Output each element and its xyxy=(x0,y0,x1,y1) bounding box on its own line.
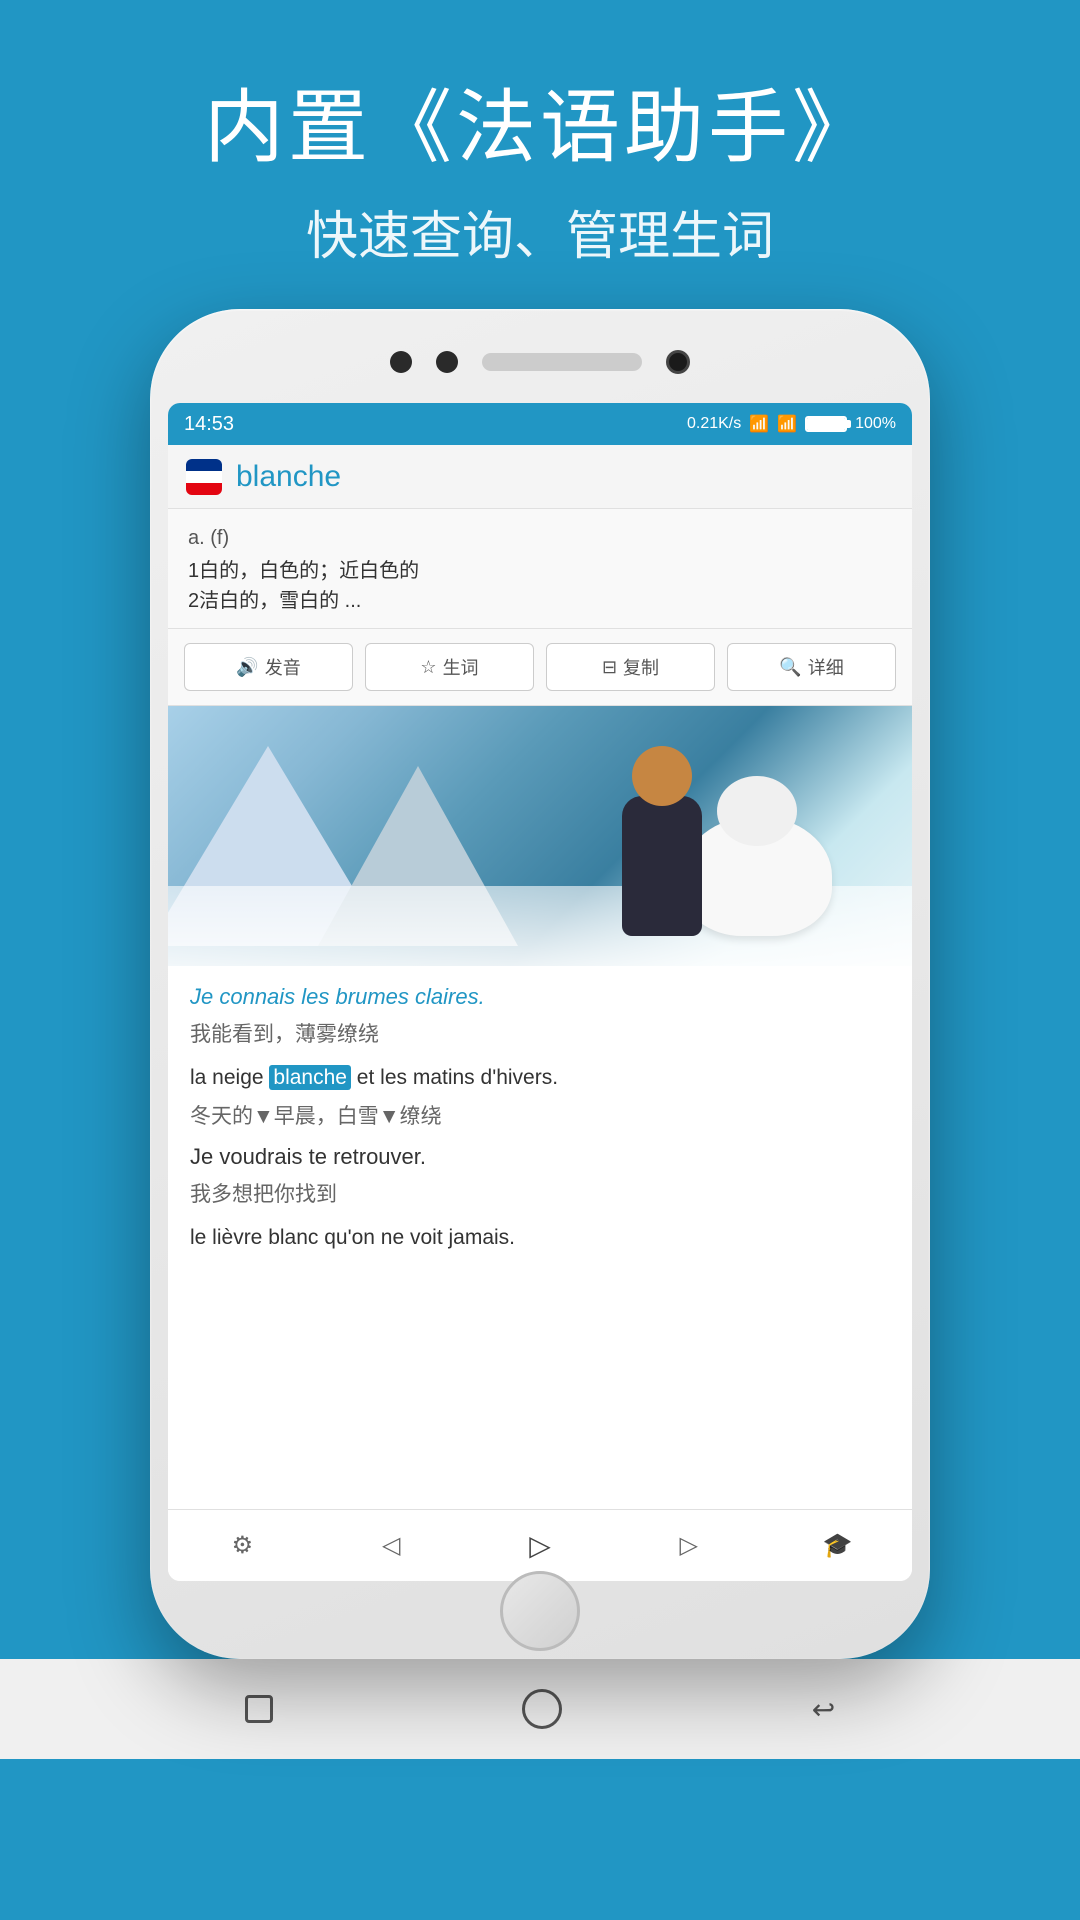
sentence-2-chinese: 冬天的▼早晨，白雪▼缭绕 xyxy=(190,1100,890,1130)
pronounce-label: 发音 xyxy=(265,654,301,680)
action-buttons: 🔊 发音 ☆ 生词 ⊟ 复制 🔍 详细 xyxy=(168,629,912,706)
status-right: 0.21K/s 📶 📶 100% xyxy=(687,414,896,434)
prev-icon: ◁ xyxy=(382,1531,400,1560)
status-bar: 14:53 0.21K/s 📶 📶 100% xyxy=(168,403,912,445)
pronounce-button[interactable]: 🔊 发音 xyxy=(184,643,353,691)
signal-icon: 📶 xyxy=(777,414,797,434)
definition-line-2: 2洁白的，雪白的 ... xyxy=(188,586,892,616)
sentence-3-chinese: 我多想把你找到 xyxy=(190,1178,890,1208)
home-button-hardware[interactable] xyxy=(500,1571,580,1651)
selection-left: ▼ xyxy=(253,1105,274,1128)
network-speed: 0.21K/s xyxy=(687,415,741,433)
phone-screen: 14:53 0.21K/s 📶 📶 100% blanche a. (f) xyxy=(168,403,912,1581)
child-shape xyxy=(622,796,702,936)
prev-button[interactable]: ◁ xyxy=(361,1516,421,1576)
home-button[interactable] xyxy=(522,1689,562,1729)
child-head xyxy=(632,746,692,806)
detail-label: 详细 xyxy=(808,654,844,680)
phone-frame: 14:53 0.21K/s 📶 📶 100% blanche a. (f) xyxy=(150,309,930,1659)
star-icon: ☆ xyxy=(420,657,436,678)
definition-pos: a. (f) xyxy=(188,527,892,550)
highlighted-word[interactable]: blanche xyxy=(269,1065,351,1090)
sentence-4-french: le lièvre blanc qu'on ne voit jamais. xyxy=(190,1222,890,1254)
front-camera xyxy=(666,350,690,374)
vocabulary-button[interactable]: ☆ 生词 xyxy=(365,643,534,691)
search-bar[interactable]: blanche xyxy=(168,445,912,509)
search-icon: 🔍 xyxy=(779,657,801,678)
sentence-1-french: Je connais les brumes claires. xyxy=(190,984,890,1010)
sentence-2-part-3: et les matins d'hivers. xyxy=(351,1066,558,1089)
dog-shape xyxy=(682,816,832,936)
battery-percent: 100% xyxy=(855,415,896,433)
home-icon xyxy=(522,1689,562,1729)
graduation-icon: 🎓 xyxy=(823,1531,853,1560)
camera-dot-2 xyxy=(436,351,458,373)
back-button[interactable]: ↩ xyxy=(812,1693,835,1726)
battery-fill xyxy=(807,418,845,430)
status-time: 14:53 xyxy=(184,413,234,436)
phone-bottom-hardware xyxy=(168,1581,912,1641)
equalizer-icon: ⚙ xyxy=(232,1531,254,1560)
sentence-3-french: Je voudrais te retrouver. xyxy=(190,1144,890,1170)
selection-right: ▼ xyxy=(379,1105,400,1128)
definition-area: a. (f) 1白的，白色的；近白色的 2洁白的，雪白的 ... xyxy=(168,509,912,629)
equalizer-button[interactable]: ⚙ xyxy=(212,1516,272,1576)
sentence-1-chinese: 我能看到，薄雾缭绕 xyxy=(190,1018,890,1048)
play-button[interactable]: ▷ xyxy=(510,1516,570,1576)
android-navigation: ↩ xyxy=(0,1659,1080,1759)
camera-dot-1 xyxy=(390,351,412,373)
next-button[interactable]: ▷ xyxy=(659,1516,719,1576)
dog-head xyxy=(717,776,797,846)
play-icon: ▷ xyxy=(529,1529,551,1562)
graduation-button[interactable]: 🎓 xyxy=(808,1516,868,1576)
french-flag-icon xyxy=(186,459,222,495)
snow-scene-image xyxy=(168,706,912,966)
header-section: 内置《法语助手》 快速查询、管理生词 xyxy=(204,0,876,269)
recent-apps-button[interactable] xyxy=(245,1695,273,1723)
speaker-grille xyxy=(482,353,642,371)
copy-button[interactable]: ⊟ 复制 xyxy=(546,643,715,691)
header-subtitle: 快速查询、管理生词 xyxy=(204,194,876,269)
recent-apps-icon xyxy=(245,1695,273,1723)
copy-icon: ⊟ xyxy=(602,657,617,678)
search-word: blanche xyxy=(236,460,341,494)
content-area: Je connais les brumes claires. 我能看到，薄雾缭绕… xyxy=(168,966,912,1509)
sentence-2-french: la neige blanche et les matins d'hivers. xyxy=(190,1062,890,1094)
detail-button[interactable]: 🔍 详细 xyxy=(727,643,896,691)
back-icon: ↩ xyxy=(812,1694,835,1725)
next-icon: ▷ xyxy=(680,1531,698,1560)
definition-line-1: 1白的，白色的；近白色的 xyxy=(188,556,892,586)
speaker-icon: 🔊 xyxy=(236,657,258,678)
battery-bar xyxy=(805,416,847,432)
wifi-icon: 📶 xyxy=(749,414,769,434)
header-title: 内置《法语助手》 xyxy=(204,80,876,176)
vocabulary-label: 生词 xyxy=(443,654,479,680)
phone-top-hardware xyxy=(168,327,912,397)
copy-label: 复制 xyxy=(623,654,659,680)
sentence-2-part-1: la neige xyxy=(190,1066,269,1089)
